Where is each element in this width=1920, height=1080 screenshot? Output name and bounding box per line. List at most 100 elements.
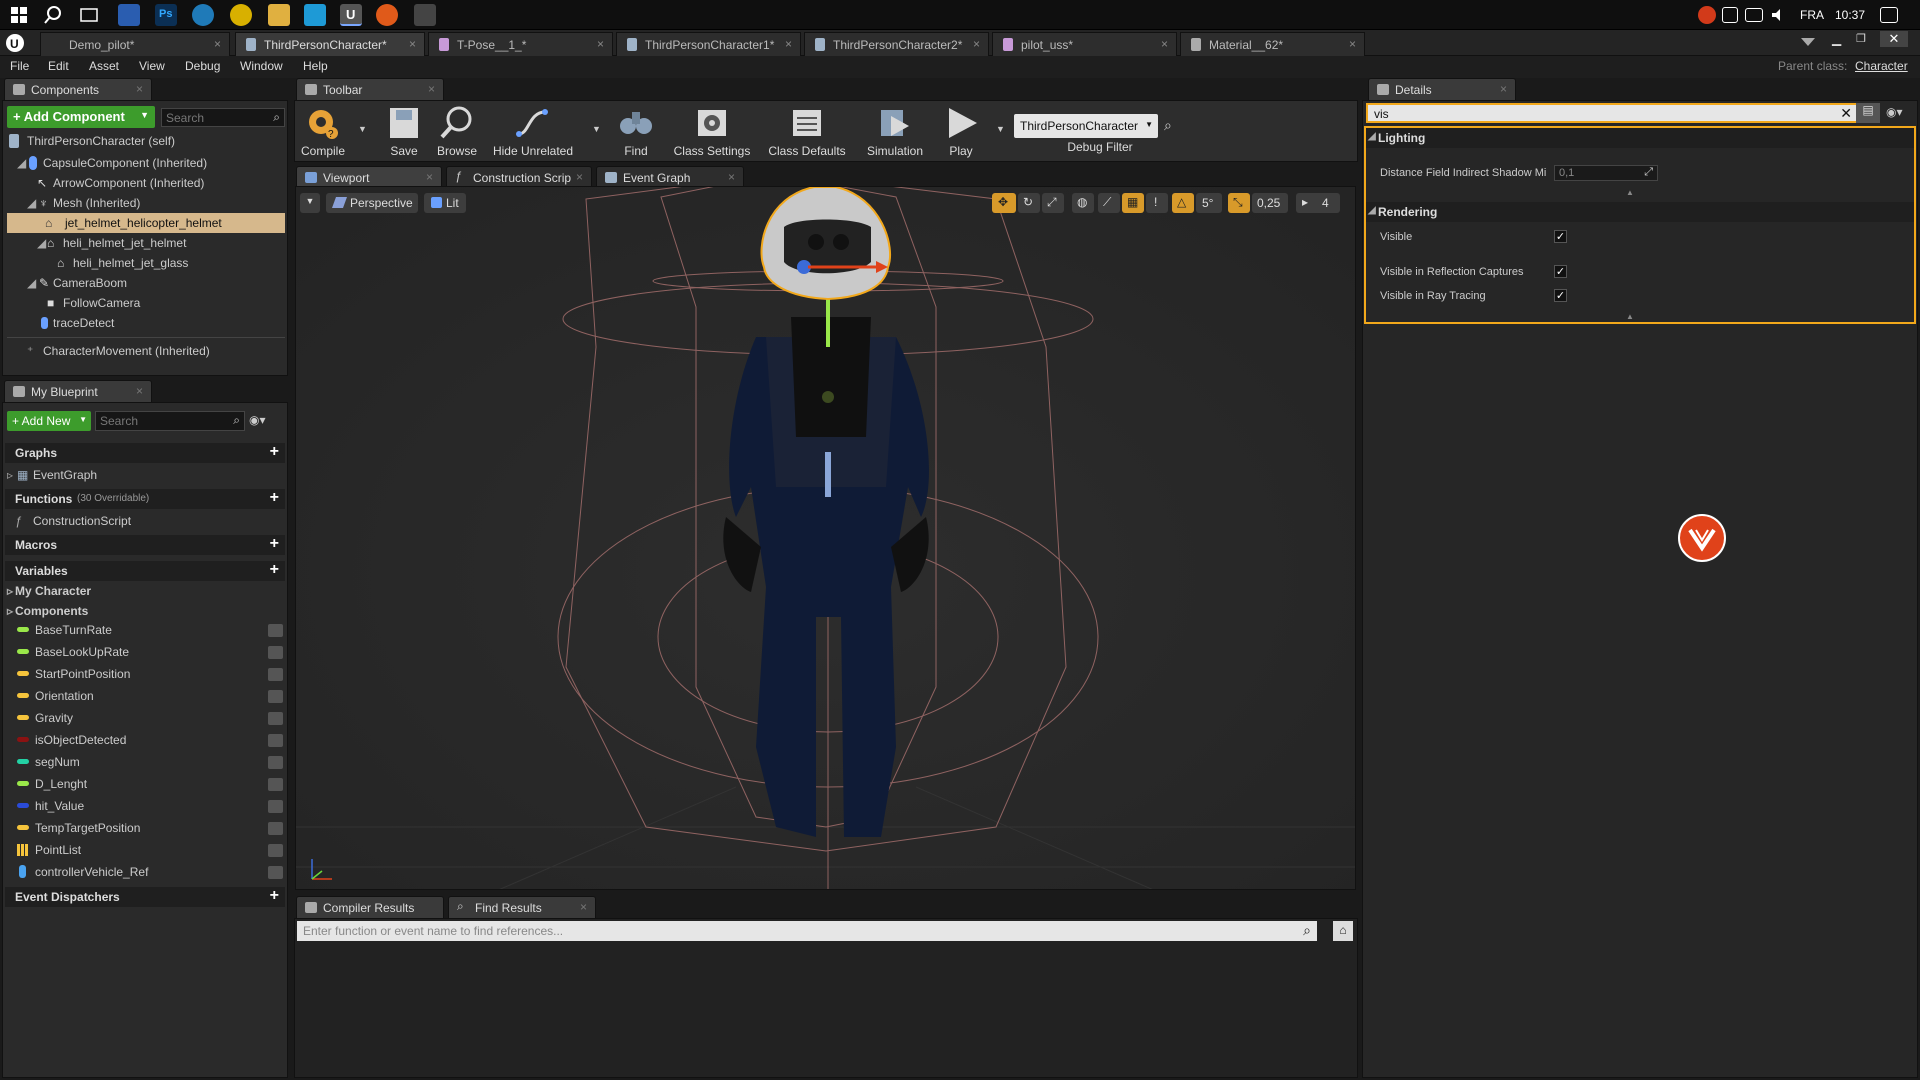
variable-start-point-position[interactable]: StartPointPosition: [3, 663, 287, 685]
rotation-snap-icon[interactable]: △: [1172, 193, 1194, 213]
browse-button[interactable]: Browse: [432, 100, 482, 158]
close-icon[interactable]: ×: [576, 170, 583, 184]
variable-point-list[interactable]: PointList: [3, 839, 287, 861]
variable-is-object-detected[interactable]: isObjectDetected: [3, 729, 287, 751]
close-icon[interactable]: ×: [428, 82, 435, 96]
details-search-input[interactable]: vis ✕: [1366, 103, 1860, 123]
collapse-arrow-icon[interactable]: ▲: [1626, 312, 1634, 321]
rotation-snap-value[interactable]: 5°: [1196, 193, 1222, 213]
scale-snap-value[interactable]: 0,25: [1252, 193, 1288, 213]
class-defaults-button[interactable]: Class Defaults: [762, 100, 852, 158]
eye-icon[interactable]: [268, 734, 283, 747]
find-in-all-blueprints-icon[interactable]: ⌂: [1333, 921, 1353, 941]
component-tracedetect[interactable]: traceDetect: [3, 313, 287, 333]
compile-button[interactable]: ? Compile: [298, 100, 348, 158]
compile-options-dropdown[interactable]: ▼: [358, 124, 367, 134]
component-mesh[interactable]: ◢ ♆ Mesh (Inherited): [3, 193, 287, 213]
grid-snap-value[interactable]: !: [1146, 193, 1168, 213]
tray-app-icon[interactable]: [1698, 6, 1716, 24]
tab-viewport[interactable]: Viewport ×: [296, 166, 442, 188]
tab-details[interactable]: Details ×: [1368, 78, 1516, 100]
graphs-section[interactable]: Graphs +: [5, 443, 285, 463]
visibility-filter-icon[interactable]: ◉▾: [1886, 105, 1916, 123]
add-graph-icon[interactable]: +: [270, 443, 279, 461]
tab-toolbar[interactable]: Toolbar ×: [296, 78, 444, 100]
menu-file[interactable]: File: [10, 59, 29, 73]
translate-mode-icon[interactable]: ✥: [992, 193, 1016, 213]
lighting-section[interactable]: Lighting ◢: [1366, 128, 1914, 148]
menu-view[interactable]: View: [139, 59, 165, 73]
tray-icon-1[interactable]: [1722, 7, 1738, 23]
tab-components[interactable]: Components ×: [4, 78, 152, 100]
task-view-icon[interactable]: [78, 4, 100, 26]
play-button[interactable]: Play: [938, 100, 984, 158]
app-icon-3[interactable]: [414, 4, 436, 26]
viewport-scene[interactable]: [296, 187, 1356, 890]
windows-start-icon[interactable]: [8, 4, 30, 26]
eye-icon[interactable]: [268, 778, 283, 791]
variable-controller-vehicle-ref[interactable]: controllerVehicle_Ref: [3, 861, 287, 883]
tab-thirdpersoncharacter1[interactable]: ThirdPersonCharacter1* ×: [616, 32, 801, 56]
close-icon[interactable]: ×: [973, 37, 980, 51]
viewport-options-button[interactable]: ▼: [300, 193, 320, 213]
chrome-icon[interactable]: [230, 4, 252, 26]
component-followcamera[interactable]: ■ FollowCamera: [3, 293, 287, 313]
tab-my-blueprint[interactable]: My Blueprint ×: [4, 380, 152, 402]
eye-icon[interactable]: [268, 822, 283, 835]
component-heli-helmet-jet-helmet[interactable]: ◢ ⌂ heli_helmet_jet_helmet: [3, 233, 287, 253]
component-jet-helmet-helicopter[interactable]: ⌂ jet_helmet_helicopter_helmet: [7, 213, 285, 233]
tab-material-62[interactable]: Material__62* ×: [1180, 32, 1365, 56]
simulation-button[interactable]: Simulation: [858, 100, 932, 158]
distance-field-shadow-input[interactable]: 0,1 ⤢: [1554, 165, 1658, 181]
tab-demo-pilot[interactable]: Demo_pilot* ×: [40, 32, 230, 56]
floating-app-logo-icon[interactable]: [1678, 514, 1726, 562]
variable-d-lenght[interactable]: D_Lenght: [3, 773, 287, 795]
surface-snap-icon[interactable]: ⟋: [1098, 193, 1120, 213]
tab-construction-script[interactable]: ƒ Construction Scrip ×: [446, 166, 592, 188]
component-charactermovement[interactable]: ⁺ CharacterMovement (Inherited): [3, 341, 287, 361]
visible-checkbox[interactable]: ✓: [1554, 230, 1567, 243]
play-options-dropdown[interactable]: ▼: [996, 124, 1005, 134]
view-options-icon[interactable]: ▤: [1856, 103, 1880, 123]
add-new-button[interactable]: + Add New ▼: [7, 411, 91, 431]
tab-pilot-uss[interactable]: pilot_uss* ×: [992, 32, 1177, 56]
event-dispatchers-section[interactable]: Event Dispatchers +: [5, 887, 285, 907]
tab-find-results[interactable]: ⌕ Find Results ×: [448, 896, 596, 918]
app-icon-2[interactable]: [304, 4, 326, 26]
my-character-category[interactable]: ▹ My Character: [3, 581, 287, 601]
eye-icon[interactable]: [268, 690, 283, 703]
my-blueprint-search-input[interactable]: Search ⌕: [95, 411, 245, 431]
close-icon[interactable]: ×: [136, 82, 143, 96]
add-variable-icon[interactable]: +: [270, 561, 279, 579]
components-category[interactable]: ▹ Components: [3, 601, 287, 621]
tab-compiler-results[interactable]: Compiler Results: [296, 896, 444, 918]
event-graph-item[interactable]: ▹ ▦ EventGraph: [3, 465, 287, 485]
find-button[interactable]: Find: [614, 100, 658, 158]
language-indicator[interactable]: FRA: [1800, 8, 1824, 22]
menu-edit[interactable]: Edit: [48, 59, 69, 73]
close-icon[interactable]: ×: [426, 170, 433, 184]
close-icon[interactable]: ×: [785, 37, 792, 51]
parent-class-link[interactable]: Character: [1855, 59, 1908, 73]
volume-icon[interactable]: [1770, 7, 1786, 23]
component-arrow[interactable]: ↖ ArrowComponent (Inherited): [3, 173, 287, 193]
restore-button[interactable]: ❐: [1856, 32, 1874, 46]
lit-button[interactable]: Lit: [424, 193, 466, 213]
component-heli-helmet-jet-glass[interactable]: ⌂ heli_helmet_jet_glass: [3, 253, 287, 273]
add-component-button[interactable]: + Add Component ▼: [7, 106, 155, 128]
variable-gravity[interactable]: Gravity: [3, 707, 287, 729]
class-settings-button[interactable]: Class Settings: [668, 100, 756, 158]
variable-base-turn-rate[interactable]: BaseTurnRate: [3, 619, 287, 641]
eye-icon[interactable]: [268, 668, 283, 681]
eye-icon[interactable]: [268, 800, 283, 813]
eye-icon[interactable]: [268, 624, 283, 637]
houdini-icon[interactable]: [376, 4, 398, 26]
add-macro-icon[interactable]: +: [270, 535, 279, 553]
eye-icon[interactable]: [268, 646, 283, 659]
eye-icon[interactable]: [268, 844, 283, 857]
close-icon[interactable]: ×: [1161, 37, 1168, 51]
visible-raytracing-checkbox[interactable]: ✓: [1554, 289, 1567, 302]
network-icon[interactable]: [1745, 8, 1763, 22]
construction-script-item[interactable]: ƒ ConstructionScript: [3, 511, 287, 531]
functions-section[interactable]: Functions (30 Overridable) +: [5, 489, 285, 509]
